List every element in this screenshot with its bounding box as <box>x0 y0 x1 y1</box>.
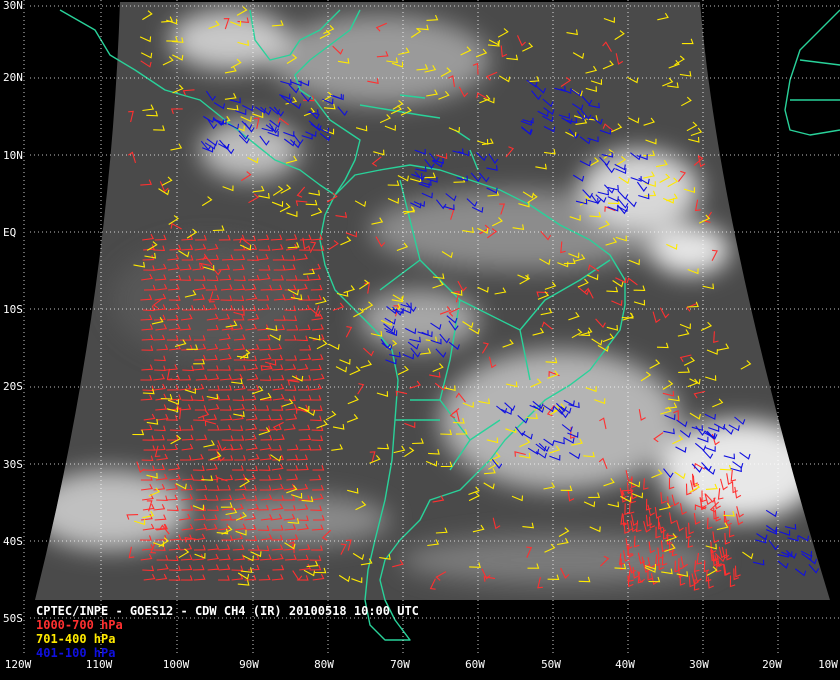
lat-label: 40S <box>3 535 23 548</box>
africa-interior <box>790 59 840 101</box>
lon-label: 100W <box>162 658 190 671</box>
lon-label: 70W <box>390 658 410 671</box>
legend-high-level: 401-100 hPa <box>36 646 116 660</box>
lon-label: 40W <box>615 658 635 671</box>
lat-label: 20S <box>3 380 23 393</box>
lon-label: 10W <box>818 658 838 671</box>
africa-coast <box>784 9 840 136</box>
legend-low-level: 1000-700 hPa <box>36 618 123 632</box>
satellite-wind-map <box>23 0 840 655</box>
lon-label: 60W <box>465 658 485 671</box>
lat-label: 20N <box>3 71 23 84</box>
lon-label: 20W <box>762 658 782 671</box>
lon-label: 110W <box>85 658 113 671</box>
lon-label: 50W <box>541 658 561 671</box>
lon-label: 80W <box>314 658 334 671</box>
lat-label: 30N <box>3 0 23 12</box>
lat-label: 10N <box>3 149 23 162</box>
lat-label: 10S <box>3 303 23 316</box>
lon-label: 30W <box>689 658 709 671</box>
lon-label: 120W <box>4 658 32 671</box>
lon-label: 90W <box>239 658 259 671</box>
legend-mid-level: 701-400 hPa <box>36 632 116 646</box>
lat-label: 30S <box>3 458 23 471</box>
map-title: CPTEC/INPE - GOES12 - CDW CH4 (IR) 20100… <box>36 604 419 618</box>
map-caption: CPTEC/INPE - GOES12 - CDW CH4 (IR) 20100… <box>36 604 419 660</box>
satellite-image <box>35 2 830 600</box>
lat-label: EQ <box>3 226 17 239</box>
lat-label: 50S <box>3 612 23 625</box>
